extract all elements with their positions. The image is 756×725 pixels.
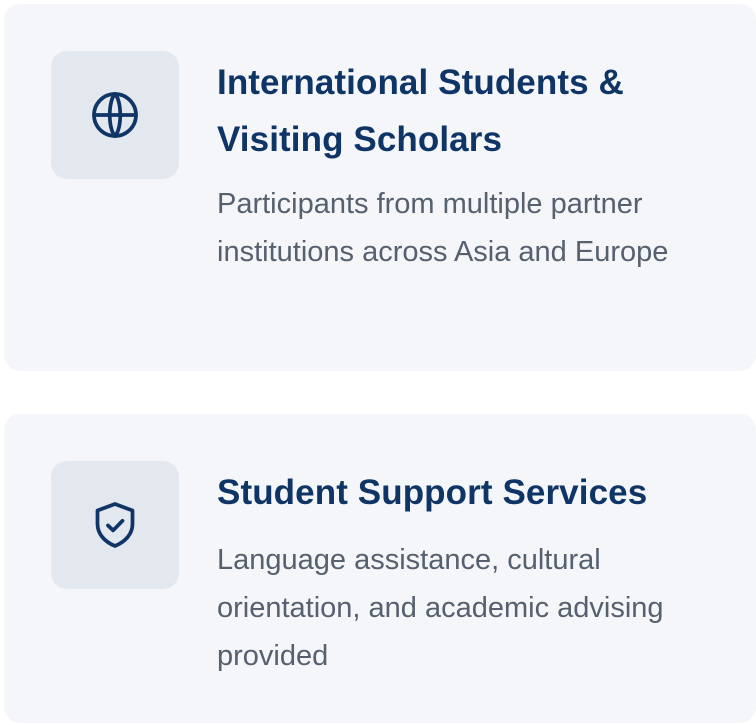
feature-card-international: International Students & Visiting Schola… — [4, 4, 756, 371]
card-description: Participants from multiple partner insti… — [217, 188, 669, 268]
globe-icon — [92, 92, 138, 138]
card-description: Language assistance, cultural orientatio… — [217, 544, 664, 672]
shield-check-icon — [95, 502, 135, 548]
card-text: International Students & Visiting Schola… — [217, 54, 716, 276]
feature-card-support: Student Support Services Language assist… — [4, 414, 756, 723]
card-text: Student Support Services Language assist… — [217, 464, 716, 680]
card-title: Student Support Services — [217, 473, 648, 512]
card-title: International Students & Visiting Schola… — [217, 63, 624, 159]
icon-container — [51, 461, 179, 589]
icon-container — [51, 51, 179, 179]
